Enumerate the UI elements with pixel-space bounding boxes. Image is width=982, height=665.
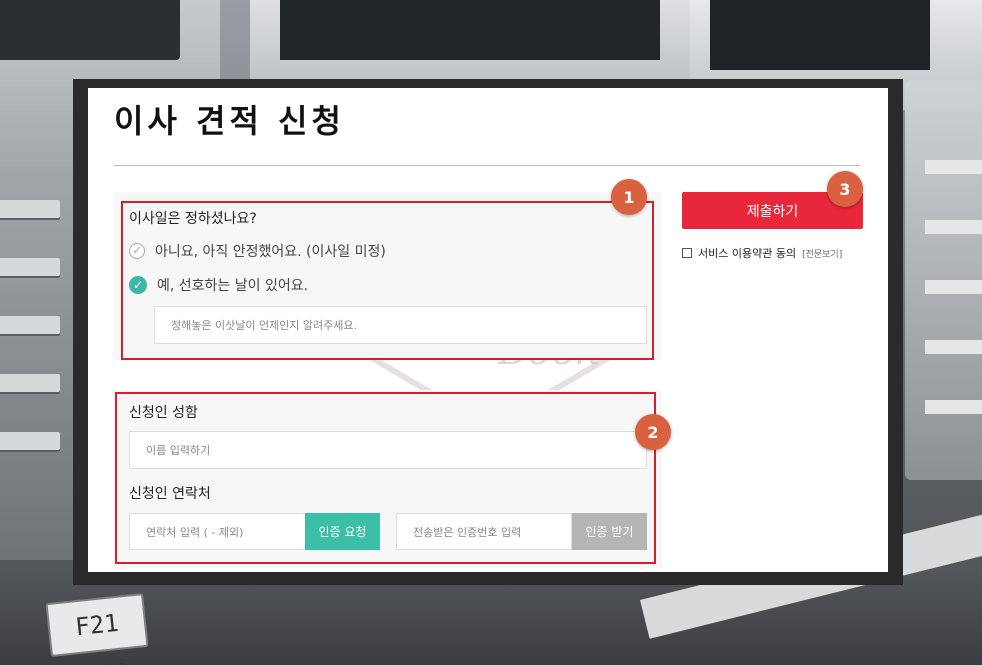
badge-3: 3 [827, 171, 863, 207]
title-divider [114, 165, 860, 166]
highlight-box-2 [115, 392, 656, 564]
highlight-box-1 [121, 201, 654, 360]
license-plate: F21 FOW [45, 593, 149, 665]
terms-checkbox[interactable] [682, 248, 692, 258]
terms-view-link[interactable]: [전문보기] [802, 247, 842, 260]
terms-label: 서비스 이용약관 동의 [698, 247, 797, 260]
truck-grille-bar [925, 280, 982, 294]
truck-far-right [905, 80, 982, 480]
truck-grille-bar [925, 160, 982, 174]
page-title: 이사 견적 신청 [114, 102, 345, 140]
truck-grille-bar [925, 340, 982, 354]
truck-grille-bar [0, 374, 60, 392]
truck-windshield [710, 0, 930, 70]
truck-windshield [0, 0, 180, 60]
truck-grille-bar [0, 432, 60, 450]
truck-grille-bar [0, 258, 60, 276]
truck-grille-bar [0, 200, 60, 218]
badge-2: 2 [635, 414, 671, 450]
truck-grille-bar [925, 400, 982, 414]
badge-1: 1 [611, 179, 647, 215]
terms-agreement[interactable]: 서비스 이용약관 동의 [전문보기] [682, 245, 842, 261]
truck-windshield [280, 0, 660, 60]
quote-request-panel: 이사 견적 신청 Book 이사일은 정하셨나요? ✓ 아니요, 아직 안정했어… [88, 88, 888, 572]
truck-grille-bar [0, 316, 60, 334]
truck-grille-bar [925, 220, 982, 234]
